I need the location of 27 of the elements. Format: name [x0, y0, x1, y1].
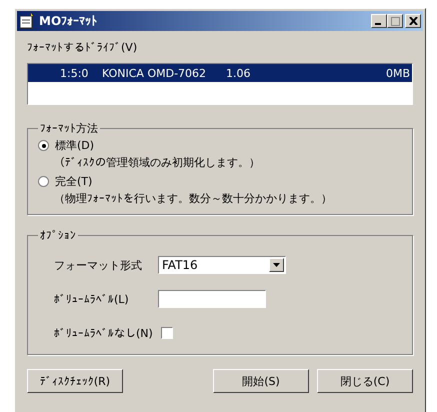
- maximize-button[interactable]: [387, 14, 403, 28]
- minimize-button[interactable]: [371, 14, 387, 28]
- drive-label: ﾌｫｰﾏｯﾄするﾄﾞﾗｲﾌﾞ(V): [27, 41, 138, 56]
- volume-label-field[interactable]: [158, 290, 266, 308]
- format-dropdown[interactable]: FAT16: [158, 256, 286, 274]
- option-description: （ﾃﾞｨｽｸの管理領域のみ初期化します。）: [54, 155, 261, 170]
- radio-button[interactable]: [38, 176, 49, 187]
- group-title: ｵﾌﾟｼｮﾝ: [39, 229, 77, 242]
- close-icon: [408, 17, 418, 25]
- checkbox[interactable]: [160, 327, 173, 339]
- close-button[interactable]: [405, 14, 421, 28]
- radio-label[interactable]: 標準(D): [55, 138, 94, 153]
- window-title: MOﾌｫｰﾏｯﾄ: [39, 14, 98, 28]
- checkbox-label: ﾎﾞﾘｭｰﾑﾗﾍﾞﾙなし(N): [54, 326, 153, 340]
- start-button[interactable]: 開始(S): [213, 369, 309, 393]
- radio-button[interactable]: [38, 140, 49, 151]
- maximize-icon: [390, 16, 400, 26]
- dropdown-arrow-icon: [273, 263, 280, 267]
- disk-check-button[interactable]: ﾃﾞｨｽｸﾁｪｯｸ(R): [27, 369, 123, 393]
- group-title: ﾌｫｰﾏｯﾄ方法: [39, 121, 99, 136]
- volume-label-label: ﾎﾞﾘｭｰﾑﾗﾍﾞﾙ(L): [54, 292, 130, 306]
- close-dialog-button[interactable]: 閉じる(C): [317, 369, 413, 393]
- notepad-icon: [19, 13, 35, 29]
- drive-row[interactable]: 1:5:0 KONICA OMD-7062 1.06 0MB: [28, 64, 412, 82]
- option-description: （物理ﾌｫｰﾏｯﾄを行います。数分～数十分かかります。）: [54, 191, 333, 206]
- radio-label[interactable]: 完全(T): [55, 174, 92, 189]
- format-type-label: フォーマット形式: [54, 258, 143, 272]
